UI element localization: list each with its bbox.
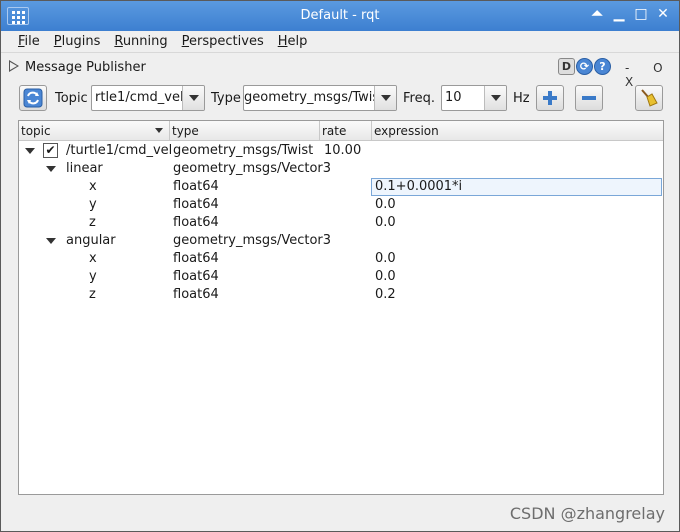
window-title: Default - rqt — [300, 8, 380, 23]
tree-header: topic type rate expression — [19, 121, 663, 141]
row-type: geometry_msgs/Vector3 — [173, 233, 332, 248]
type-combo[interactable]: geometry_msgs/Twist — [243, 85, 397, 111]
expand-arrow-icon[interactable] — [25, 148, 35, 154]
row-topic: x — [89, 179, 97, 194]
row-expression[interactable]: 0.0 — [375, 197, 396, 212]
row-type: float64 — [173, 197, 219, 212]
type-value: geometry_msgs/Twist — [244, 90, 385, 105]
row-expression[interactable]: 0.0 — [375, 215, 396, 230]
row-type: float64 — [173, 251, 219, 266]
clear-button[interactable] — [635, 85, 663, 111]
chevron-down-icon[interactable] — [484, 86, 506, 110]
type-label: Type — [211, 91, 241, 106]
chevron-down-icon[interactable] — [374, 86, 396, 110]
freq-combo[interactable]: 10 — [441, 85, 507, 111]
refresh-icon — [23, 88, 43, 108]
plugin-icons: D ⟳ ? — [558, 58, 611, 75]
expand-arrow-icon[interactable] — [46, 166, 56, 172]
row-topic: y — [89, 269, 97, 284]
plugin-header: Message Publisher D ⟳ ? - O X — [1, 56, 679, 89]
title-bar[interactable]: Default - rqt ⏶ ▁ □ ✕ — [1, 1, 679, 31]
freq-value: 10 — [445, 90, 462, 105]
window-controls: ⏶ ▁ □ ✕ — [589, 6, 671, 22]
tree-row-linear-y[interactable]: y float64 0.0 — [19, 196, 663, 214]
menu-file[interactable]: File — [11, 31, 47, 52]
menu-perspectives[interactable]: Perspectives — [175, 31, 271, 52]
row-rate: 10.00 — [324, 143, 362, 158]
shade-icon[interactable]: ⏶ — [589, 6, 605, 22]
row-expression[interactable]: 0.0 — [375, 269, 396, 284]
row-type: float64 — [173, 287, 219, 302]
column-topic-label: topic — [21, 124, 51, 138]
help-icon[interactable]: ? — [594, 58, 611, 75]
topic-label: Topic — [55, 91, 88, 106]
menu-bar: File Plugins Running Perspectives Help — [1, 31, 679, 53]
expand-arrow-icon[interactable] — [46, 238, 56, 244]
chevron-down-icon[interactable] — [182, 86, 204, 110]
topic-combo[interactable]: rtle1/cmd_vel — [91, 85, 205, 111]
rqt-window: Default - rqt ⏶ ▁ □ ✕ File Plugins Runni… — [0, 0, 680, 532]
menu-running[interactable]: Running — [107, 31, 174, 52]
add-publisher-button[interactable] — [536, 85, 564, 111]
collapse-arrow-icon[interactable] — [9, 60, 19, 72]
publish-checkbox[interactable]: ✔ — [43, 143, 58, 158]
publisher-toolbar: Topic rtle1/cmd_vel Type geometry_msgs/T… — [1, 83, 679, 115]
row-type: float64 — [173, 215, 219, 230]
sort-indicator-icon — [155, 128, 163, 133]
column-rate[interactable]: rate — [320, 121, 372, 141]
tree-row-linear-x[interactable]: x float64 0.1+0.0001*i — [19, 178, 663, 196]
row-type: geometry_msgs/Twist — [173, 143, 314, 158]
row-type: float64 — [173, 179, 219, 194]
tree-row-topic[interactable]: ✔ /turtle1/cmd_vel geometry_msgs/Twist 1… — [19, 142, 663, 160]
tree-row-angular-y[interactable]: y float64 0.0 — [19, 268, 663, 286]
menu-help[interactable]: Help — [271, 31, 315, 52]
row-expression[interactable]: 0.1+0.0001*i — [375, 179, 462, 194]
row-type: float64 — [173, 269, 219, 284]
plugin-title: Message Publisher — [25, 60, 146, 75]
freq-label: Freq. — [403, 91, 435, 106]
row-topic: angular — [66, 233, 116, 248]
watermark: CSDN @zhangrelay — [509, 504, 665, 523]
close-icon[interactable]: ✕ — [655, 6, 671, 22]
row-topic: x — [89, 251, 97, 266]
row-type: geometry_msgs/Vector3 — [173, 161, 332, 176]
topic-value: rtle1/cmd_vel — [95, 90, 184, 105]
remove-publisher-button[interactable] — [575, 85, 603, 111]
tree-row-angular[interactable]: angular geometry_msgs/Vector3 — [19, 232, 663, 250]
column-type[interactable]: type — [170, 121, 320, 141]
menu-plugins[interactable]: Plugins — [47, 31, 108, 52]
row-topic: linear — [66, 161, 103, 176]
column-expression[interactable]: expression — [372, 121, 663, 141]
row-topic: z — [89, 215, 96, 230]
maximize-icon[interactable]: □ — [633, 6, 649, 22]
row-topic: z — [89, 287, 96, 302]
minimize-icon[interactable]: ▁ — [611, 6, 627, 22]
tree-row-angular-x[interactable]: x float64 0.0 — [19, 250, 663, 268]
column-topic[interactable]: topic — [19, 121, 170, 141]
row-topic: y — [89, 197, 97, 212]
row-expression[interactable]: 0.2 — [375, 287, 396, 302]
minus-icon — [582, 96, 596, 100]
hz-label: Hz — [513, 91, 530, 106]
reload-icon[interactable]: ⟳ — [576, 58, 593, 75]
tree-row-linear[interactable]: linear geometry_msgs/Vector3 — [19, 160, 663, 178]
refresh-topics-button[interactable] — [19, 85, 47, 111]
broom-icon — [641, 89, 658, 107]
publisher-tree[interactable]: topic type rate expression ✔ /turtle1/cm… — [18, 120, 664, 495]
row-expression[interactable]: 0.0 — [375, 251, 396, 266]
dock-icon[interactable]: D — [558, 58, 575, 75]
tree-row-linear-z[interactable]: z float64 0.0 — [19, 214, 663, 232]
tree-row-angular-z[interactable]: z float64 0.2 — [19, 286, 663, 304]
row-topic: /turtle1/cmd_vel — [66, 143, 173, 158]
plus-icon — [543, 91, 557, 105]
